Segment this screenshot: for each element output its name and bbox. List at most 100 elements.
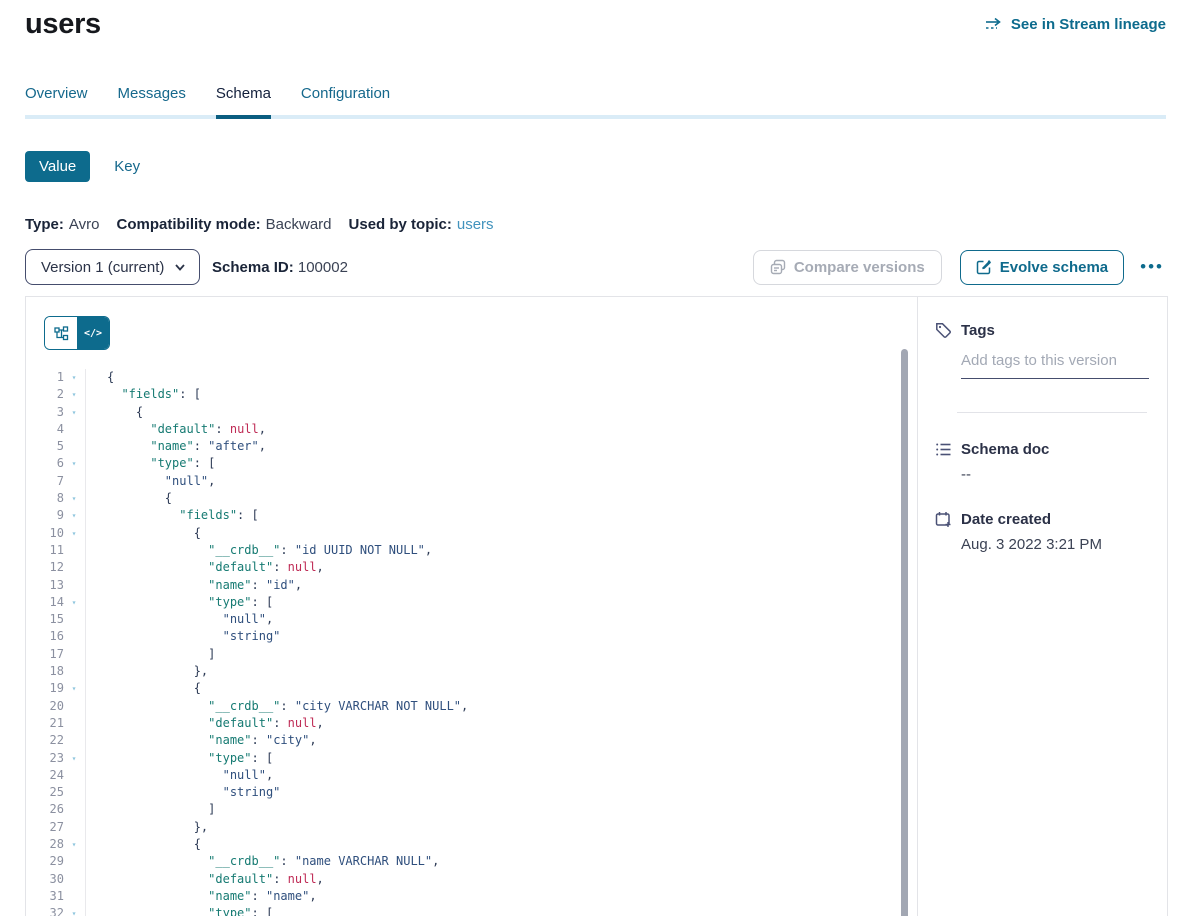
code-line: 3▾ { <box>26 404 917 421</box>
date-created-value: Aug. 3 2022 3:21 PM <box>961 536 1147 553</box>
line-number: 13 <box>26 577 64 594</box>
schema-page: users See in Stream lineage Overview Mess… <box>0 0 1189 916</box>
value-tab-button[interactable]: Value <box>25 151 90 182</box>
code-line-text: "type": [ <box>86 455 215 472</box>
line-number: 8 <box>26 490 64 507</box>
type-value: Avro <box>69 216 100 233</box>
code-view-button[interactable]: </> <box>77 317 109 349</box>
fold-toggle-icon[interactable]: ▾ <box>64 455 84 472</box>
compare-versions-label: Compare versions <box>794 259 925 276</box>
key-tab-button[interactable]: Key <box>114 158 140 175</box>
fold-toggle-icon[interactable]: ▾ <box>64 750 84 767</box>
fold-toggle-icon[interactable]: ▾ <box>64 490 84 507</box>
fold-toggle-icon[interactable]: ▾ <box>64 680 84 697</box>
code-line-text: { <box>86 404 143 421</box>
line-number: 3 <box>26 404 64 421</box>
line-number: 2 <box>26 386 64 403</box>
fold-toggle-icon[interactable]: ▾ <box>64 369 84 386</box>
fold-spacer <box>64 438 84 455</box>
tags-section: Tags <box>935 322 1147 413</box>
line-number: 4 <box>26 421 64 438</box>
add-tags-input[interactable] <box>961 352 1149 379</box>
line-number: 26 <box>26 801 64 818</box>
line-number: 27 <box>26 819 64 836</box>
fold-spacer <box>64 853 84 870</box>
code-line: 19▾ { <box>26 680 917 697</box>
evolve-schema-label: Evolve schema <box>1000 259 1108 276</box>
line-number: 7 <box>26 473 64 490</box>
value-key-toggle: Value Key <box>25 151 1166 182</box>
code-line-text: "default": null, <box>86 715 324 732</box>
fold-toggle-icon[interactable]: ▾ <box>64 386 84 403</box>
fold-spacer <box>64 871 84 888</box>
code-line-text: "default": null, <box>86 559 324 576</box>
code-line-text: "name": "name", <box>86 888 317 905</box>
code-line: 15 "null", <box>26 611 917 628</box>
code-line-text: "type": [ <box>86 905 273 916</box>
line-number: 11 <box>26 542 64 559</box>
fold-toggle-icon[interactable]: ▾ <box>64 525 84 542</box>
fold-spacer <box>64 663 84 680</box>
tree-view-button[interactable] <box>45 317 77 349</box>
compare-versions-button[interactable]: Compare versions <box>753 250 942 285</box>
code-line: 31 "name": "name", <box>26 888 917 905</box>
line-number: 25 <box>26 784 64 801</box>
tab-configuration[interactable]: Configuration <box>301 85 390 115</box>
fold-spacer <box>64 784 84 801</box>
code-line-text: "null", <box>86 473 215 490</box>
topic-link[interactable]: users <box>457 216 494 233</box>
code-line-text: { <box>86 490 172 507</box>
version-bar: Version 1 (current) Schema ID: 100002 <box>25 249 1166 285</box>
tab-messages[interactable]: Messages <box>118 85 186 115</box>
tags-title: Tags <box>961 322 995 339</box>
code-line-text: }, <box>86 819 208 836</box>
code-line: 21 "default": null, <box>26 715 917 732</box>
code-line-text: "fields": [ <box>86 507 259 524</box>
fold-toggle-icon[interactable]: ▾ <box>64 594 84 611</box>
schema-doc-section: Schema doc -- <box>935 441 1147 483</box>
code-line: 27 }, <box>26 819 917 836</box>
fold-toggle-icon[interactable]: ▾ <box>64 404 84 421</box>
code-line: 11 "__crdb__": "id UUID NOT NULL", <box>26 542 917 559</box>
version-select[interactable]: Version 1 (current) <box>25 249 200 285</box>
scrollbar[interactable] <box>901 349 908 916</box>
code-area: 1▾{2▾ "fields": [3▾ {4 "default": null,5… <box>26 369 917 916</box>
more-options-button[interactable]: ••• <box>1138 253 1166 281</box>
code-line-text: "name": "after", <box>86 438 266 455</box>
tab-schema[interactable]: Schema <box>216 85 271 115</box>
schema-editor: </> 1▾{2▾ "fields": [3▾ {4 "default": nu… <box>26 297 917 916</box>
code-line-text: { <box>86 369 114 386</box>
version-select-value: Version 1 (current) <box>41 259 164 276</box>
code-line: 7 "null", <box>26 473 917 490</box>
schema-doc-value: -- <box>961 466 1147 483</box>
code-line: 13 "name": "id", <box>26 577 917 594</box>
fold-toggle-icon[interactable]: ▾ <box>64 507 84 524</box>
code-line: 24 "null", <box>26 767 917 784</box>
compatibility-value: Backward <box>266 216 332 233</box>
code-line: 26 ] <box>26 801 917 818</box>
code-line: 20 "__crdb__": "city VARCHAR NOT NULL", <box>26 698 917 715</box>
code-line: 16 "string" <box>26 628 917 645</box>
page-title: users <box>25 8 101 41</box>
line-number: 19 <box>26 680 64 697</box>
list-icon <box>935 441 952 458</box>
line-number: 31 <box>26 888 64 905</box>
schema-doc-title: Schema doc <box>961 441 1049 458</box>
line-number: 32 <box>26 905 64 916</box>
stream-lineage-link[interactable]: See in Stream lineage <box>985 16 1166 33</box>
tab-bar: Overview Messages Schema Configuration <box>25 85 1166 119</box>
code-line: 18 }, <box>26 663 917 680</box>
tab-overview[interactable]: Overview <box>25 85 88 115</box>
fold-spacer <box>64 611 84 628</box>
fold-toggle-icon[interactable]: ▾ <box>64 905 84 916</box>
schema-id-value: 100002 <box>298 259 348 276</box>
fold-spacer <box>64 646 84 663</box>
code-line: 6▾ "type": [ <box>26 455 917 472</box>
code-line: 1▾{ <box>26 369 917 386</box>
code-line: 2▾ "fields": [ <box>26 386 917 403</box>
fold-spacer <box>64 628 84 645</box>
evolve-schema-icon <box>976 259 992 275</box>
fold-toggle-icon[interactable]: ▾ <box>64 836 84 853</box>
tree-view-icon <box>54 326 69 341</box>
evolve-schema-button[interactable]: Evolve schema <box>960 250 1124 285</box>
